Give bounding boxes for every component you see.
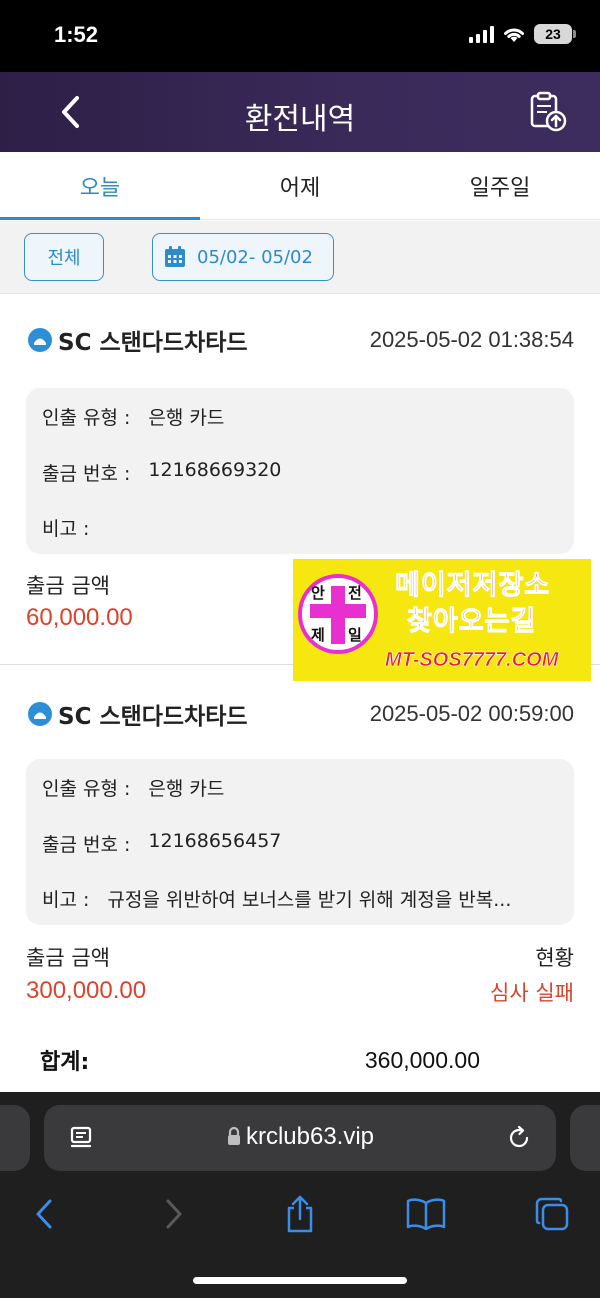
- withdrawal-number-value: 12168656457: [148, 830, 282, 852]
- bank-name: SC 스탠다드차타드: [28, 697, 248, 731]
- record-datetime: 2025-05-02 00:59:00: [369, 701, 574, 726]
- record-datetime: 2025-05-02 01:38:54: [369, 327, 574, 352]
- status-bar: 1:52 23: [0, 0, 600, 72]
- reload-icon[interactable]: [504, 1123, 534, 1153]
- total-row: 합계: 360,000.00: [40, 1044, 480, 1076]
- amount-value: 300,000.00: [26, 977, 147, 1004]
- date-tabs: 오늘 어제 일주일: [0, 152, 600, 220]
- ad-title-line1: 메이저저장소: [394, 570, 551, 602]
- bank-name-text: SC 스탠다드차타드: [58, 330, 248, 356]
- address-bar[interactable]: krclub63.vip: [44, 1105, 556, 1171]
- note-row: 비고 :: [42, 514, 560, 541]
- note-label: 비고 :: [42, 518, 90, 540]
- page-title: 환전내역: [244, 102, 356, 137]
- app-header: 환전내역: [0, 72, 600, 152]
- bank-name-text: SC 스탠다드차타드: [58, 704, 248, 730]
- lock-icon: [227, 1126, 240, 1145]
- withdrawal-record: SC 스탠다드차타드 2025-05-02 00:59:00 인출 유형 : 은…: [0, 665, 600, 1035]
- browser-toolbar: krclub63.vip: [0, 1092, 600, 1298]
- browser-back-button[interactable]: [22, 1192, 66, 1236]
- battery-icon: 23: [534, 24, 576, 44]
- date-range-picker[interactable]: 05/02- 05/02: [152, 233, 334, 281]
- previous-tab-preview[interactable]: [0, 1105, 30, 1171]
- ad-badge-char: 전: [348, 584, 362, 602]
- tab-yesterday[interactable]: 어제: [200, 152, 400, 219]
- status-value: 심사 실패: [490, 981, 574, 1005]
- amount-label: 출금 금액: [26, 946, 110, 970]
- note-row: 비고 : 규정을 위반하여 보너스를 받기 위해 계정을 반복...: [42, 885, 560, 912]
- tab-week[interactable]: 일주일: [400, 152, 600, 219]
- ad-badge-char: 제: [311, 626, 325, 644]
- bank-logo-icon: [28, 702, 52, 726]
- withdrawal-type-value: 은행 카드: [148, 778, 225, 800]
- cellular-signal-icon: [469, 25, 494, 43]
- withdrawal-number-row: 출금 번호 : 12168669320: [42, 459, 560, 486]
- withdrawal-type-row: 인출 유형 : 은행 카드: [42, 403, 560, 430]
- ad-url: MT-SOS7777.COM: [385, 649, 559, 672]
- record-details: 인출 유형 : 은행 카드 출금 번호 : 12168669320 비고 :: [26, 388, 574, 554]
- ad-title-line2: 찾아오는길: [406, 606, 537, 638]
- share-icon: [287, 1195, 313, 1233]
- wifi-icon: [504, 28, 524, 42]
- export-button[interactable]: [526, 90, 570, 134]
- record-header: SC 스탠다드차타드 2025-05-02 00:59:00: [28, 697, 574, 731]
- ad-badge-icon: 안 전 제 일: [298, 574, 378, 654]
- total-value: 360,000.00: [364, 1046, 480, 1073]
- clipboard-upload-icon: [530, 91, 567, 132]
- withdrawal-number-label: 출금 번호 :: [42, 834, 131, 856]
- chevron-right-icon: [166, 1199, 182, 1229]
- withdrawal-type-label: 인출 유형 :: [42, 778, 131, 800]
- share-button[interactable]: [278, 1192, 322, 1236]
- url-text: krclub63.vip: [245, 1123, 375, 1150]
- amount-value: 60,000.00: [26, 604, 133, 631]
- calendar-icon: [165, 246, 185, 267]
- book-icon: [406, 1198, 446, 1231]
- withdrawal-type-label: 인출 유형 :: [42, 407, 131, 429]
- amount-label: 출금 금액: [26, 574, 110, 598]
- withdrawal-number-row: 출금 번호 : 12168656457: [42, 830, 560, 857]
- tab-today[interactable]: 오늘: [0, 152, 200, 220]
- browser-forward-button[interactable]: [152, 1192, 196, 1236]
- home-indicator[interactable]: [193, 1277, 407, 1284]
- next-tab-preview[interactable]: [570, 1105, 600, 1171]
- total-label: 합계:: [40, 1050, 90, 1075]
- tabs-icon: [535, 1197, 569, 1231]
- date-range-label: 05/02- 05/02: [197, 246, 313, 268]
- record-header: SC 스탠다드차타드 2025-05-02 01:38:54: [28, 323, 574, 357]
- ad-banner[interactable]: 안 전 제 일 메이저저장소 찾아오는길 MT-SOS7777.COM: [293, 559, 591, 681]
- url-display[interactable]: krclub63.vip: [44, 1123, 556, 1151]
- bank-logo-icon: [28, 328, 52, 352]
- withdrawal-number-value: 12168669320: [148, 459, 282, 481]
- filter-bar: 전체 05/02- 05/02: [0, 221, 600, 294]
- chevron-left-icon: [36, 1199, 52, 1229]
- withdrawal-type-value: 은행 카드: [148, 407, 225, 429]
- record-details: 인출 유형 : 은행 카드 출금 번호 : 12168656457 비고 : 규…: [26, 759, 574, 925]
- note-value: 규정을 위반하여 보너스를 받기 위해 계정을 반복...: [107, 889, 512, 911]
- status-label: 현황: [535, 946, 574, 970]
- tabs-button[interactable]: [530, 1192, 574, 1236]
- withdrawal-number-label: 출금 번호 :: [42, 463, 131, 485]
- status-icons: 23: [469, 24, 576, 44]
- ad-badge-char: 안: [311, 584, 325, 602]
- status-time: 1:52: [54, 22, 99, 47]
- note-label: 비고 :: [42, 889, 90, 911]
- filter-all-button[interactable]: 전체: [24, 233, 104, 281]
- withdrawal-type-row: 인출 유형 : 은행 카드: [42, 774, 560, 801]
- bank-name: SC 스탠다드차타드: [28, 323, 248, 357]
- bookmarks-button[interactable]: [404, 1192, 448, 1236]
- ad-badge-char: 일: [348, 626, 362, 644]
